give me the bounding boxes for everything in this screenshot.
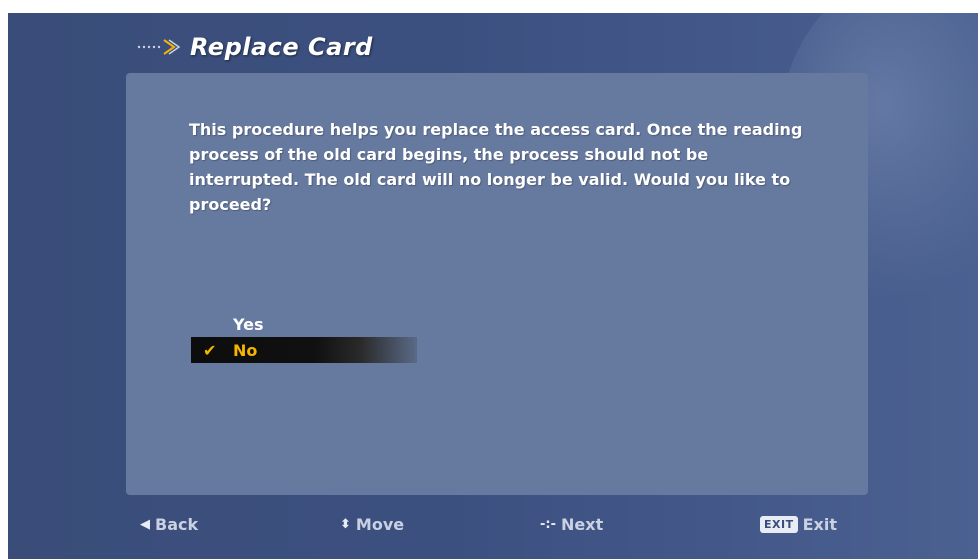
left-arrow-icon: ◀ (140, 517, 150, 532)
move-hint[interactable]: ⬍ Move (340, 515, 404, 534)
next-hint[interactable]: -:- Next (540, 515, 603, 534)
option-yes[interactable]: Yes (191, 311, 417, 337)
option-list: Yes ✔ No (191, 311, 417, 363)
exit-key-badge: EXIT (760, 516, 798, 533)
exit-hint[interactable]: EXIT Exit (760, 515, 837, 534)
option-no[interactable]: ✔ No (191, 337, 417, 363)
option-no-label: No (233, 340, 258, 360)
tv-screen: Replace Card This procedure helps you re… (8, 13, 978, 559)
next-arrow-icon: -:- (540, 517, 556, 532)
footer-hints: ◀ Back ⬍ Move -:- Next EXIT Exit (8, 509, 978, 543)
next-label: Next (561, 515, 604, 534)
dotted-arrow-icon (137, 39, 181, 55)
option-yes-label: Yes (233, 314, 264, 334)
up-down-arrow-icon: ⬍ (340, 517, 351, 532)
exit-label: Exit (802, 515, 837, 534)
checkmark-icon: ✔ (203, 340, 217, 360)
dialog-message: This procedure helps you replace the acc… (189, 120, 803, 214)
page-title: Replace Card (190, 33, 373, 61)
move-label: Move (355, 515, 405, 534)
back-label: Back (155, 515, 199, 534)
dialog-panel: This procedure helps you replace the acc… (126, 73, 868, 495)
title-bar: Replace Card (136, 27, 373, 67)
back-hint[interactable]: ◀ Back (140, 515, 198, 534)
